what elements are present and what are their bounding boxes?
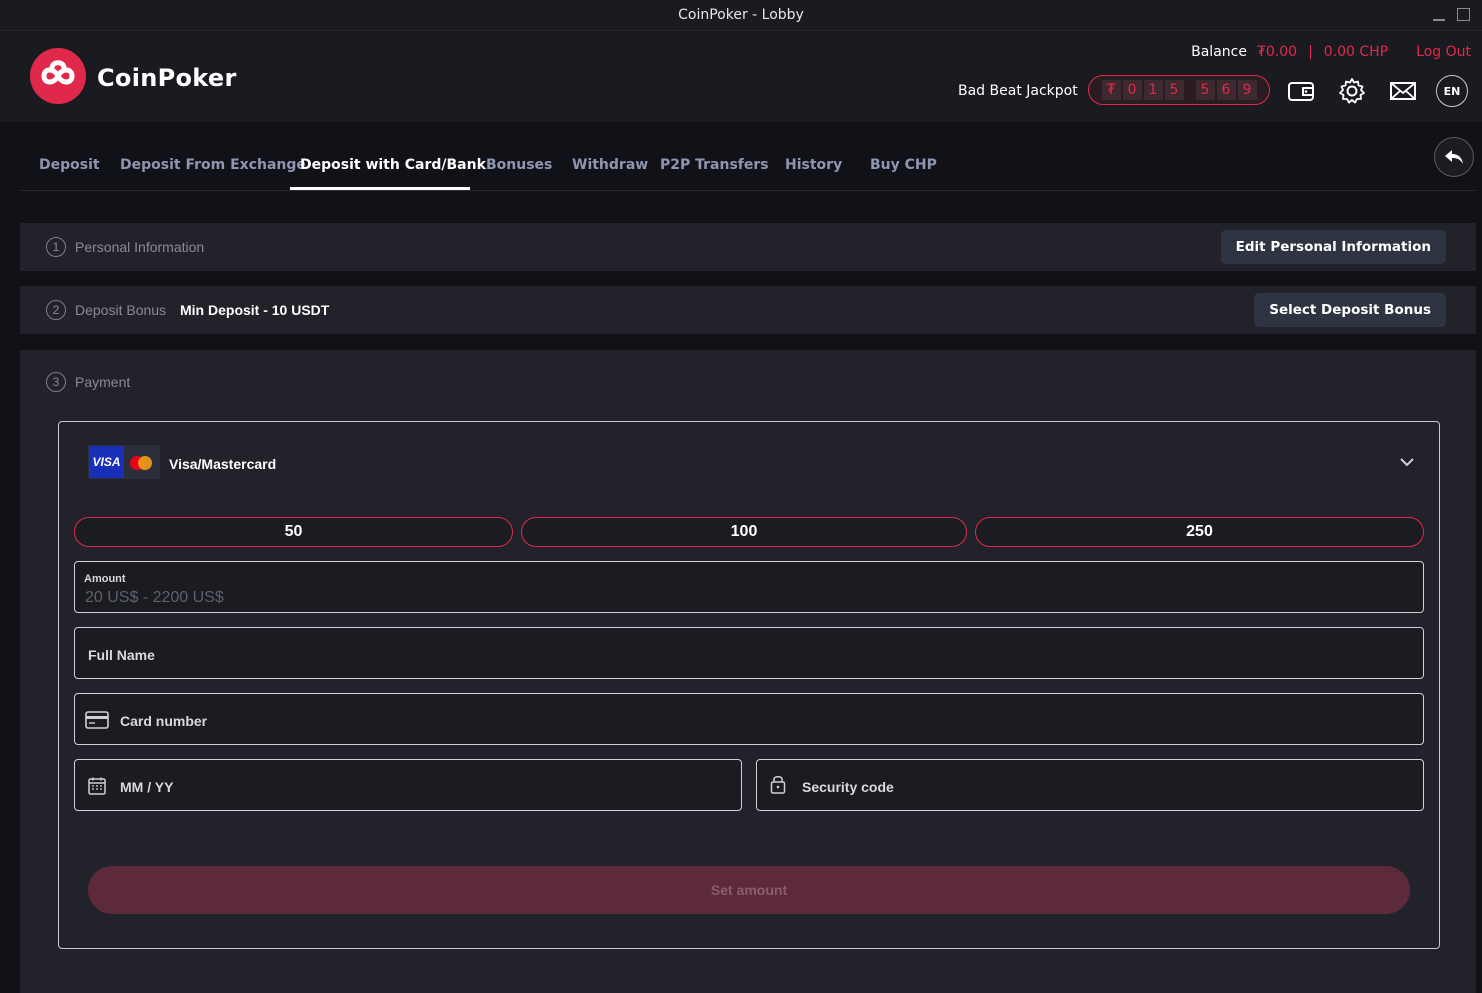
amount-input[interactable]: Amount 20 US$ - 2200 US$ bbox=[74, 561, 1424, 613]
set-amount-button[interactable]: Set amount bbox=[88, 866, 1410, 914]
chevron-down-icon[interactable] bbox=[1399, 454, 1415, 472]
full-name-placeholder: Full Name bbox=[88, 647, 155, 663]
tab-withdraw[interactable]: Withdraw bbox=[572, 157, 648, 173]
jackpot-digit: 6 bbox=[1216, 80, 1236, 100]
mastercard-logo-icon bbox=[138, 456, 152, 470]
personal-info-section: 1 Personal Information Edit Personal Inf… bbox=[20, 223, 1476, 271]
step-title: Personal Information bbox=[75, 239, 205, 255]
balance-label: Balance bbox=[1191, 44, 1247, 60]
minimize-button[interactable] bbox=[1432, 8, 1446, 22]
step-number: 2 bbox=[46, 300, 66, 320]
card-number-placeholder: Card number bbox=[120, 713, 208, 729]
card-number-input[interactable]: Card number bbox=[74, 693, 1424, 745]
balance-separator: | bbox=[1308, 44, 1313, 60]
tab-deposit[interactable]: Deposit bbox=[39, 157, 100, 173]
logout-link[interactable]: Log Out bbox=[1416, 44, 1471, 60]
jackpot-digit: 9 bbox=[1237, 80, 1257, 100]
security-code-input[interactable]: Security code bbox=[756, 759, 1424, 811]
full-name-input[interactable]: Full Name bbox=[74, 627, 1424, 679]
preset-amount-button[interactable]: 250 bbox=[975, 517, 1424, 547]
min-deposit-text: Min Deposit - 10 USDT bbox=[180, 302, 330, 318]
credit-card-icon bbox=[85, 711, 109, 734]
jackpot-digit: 1 bbox=[1143, 80, 1163, 100]
jackpot-digit: 0 bbox=[1122, 80, 1142, 100]
preset-amount-button[interactable]: 100 bbox=[521, 517, 967, 547]
window-title: CoinPoker - Lobby bbox=[678, 7, 804, 23]
visa-logo-icon: VISA bbox=[89, 446, 124, 478]
expiry-input[interactable]: MM / YY bbox=[74, 759, 742, 811]
deposit-tabs: Deposit Deposit From Exchange Deposit wi… bbox=[20, 122, 1476, 191]
tab-history[interactable]: History bbox=[785, 157, 842, 173]
gear-icon[interactable] bbox=[1336, 75, 1368, 107]
tab-deposit-card-bank[interactable]: Deposit with Card/Bank bbox=[300, 157, 486, 173]
tab-deposit-from-exchange[interactable]: Deposit From Exchange bbox=[120, 157, 306, 173]
calendar-icon bbox=[88, 777, 106, 800]
jackpot-counter: ₮ 0 1 5 5 6 9 bbox=[1088, 75, 1270, 105]
expiry-placeholder: MM / YY bbox=[120, 779, 174, 795]
back-button[interactable] bbox=[1434, 137, 1474, 177]
edit-personal-info-button[interactable]: Edit Personal Information bbox=[1220, 230, 1446, 264]
window-titlebar: CoinPoker - Lobby bbox=[0, 0, 1482, 31]
active-tab-indicator bbox=[290, 187, 470, 190]
balance-token-value: ₮0.00 bbox=[1256, 44, 1298, 60]
card-brands-badge: VISA bbox=[88, 445, 160, 479]
jackpot-digit: ₮ bbox=[1101, 80, 1121, 100]
security-code-placeholder: Security code bbox=[802, 779, 894, 795]
maximize-button[interactable] bbox=[1457, 8, 1470, 21]
lock-icon bbox=[770, 774, 786, 799]
step-title: Payment bbox=[75, 374, 131, 390]
tab-bonuses[interactable]: Bonuses bbox=[486, 157, 552, 173]
language-selector[interactable]: EN bbox=[1436, 75, 1468, 107]
tab-p2p-transfers[interactable]: P2P Transfers bbox=[660, 157, 769, 173]
app-header: CoinPoker Balance ₮0.00 | 0.00 CHP Log O… bbox=[0, 31, 1482, 122]
jackpot-digit: 5 bbox=[1195, 80, 1215, 100]
wallet-icon[interactable] bbox=[1285, 75, 1317, 107]
balance-chp-value: 0.00 CHP bbox=[1323, 44, 1389, 60]
tab-buy-chp[interactable]: Buy CHP bbox=[870, 157, 937, 173]
jackpot-label: Bad Beat Jackpot bbox=[958, 83, 1078, 99]
coinpoker-logo-icon bbox=[30, 48, 86, 104]
step-number: 1 bbox=[46, 237, 66, 257]
brand-name: CoinPoker bbox=[97, 64, 237, 92]
step-number: 3 bbox=[46, 372, 66, 392]
amount-placeholder: 20 US$ - 2200 US$ bbox=[85, 589, 224, 606]
select-deposit-bonus-button[interactable]: Select Deposit Bonus bbox=[1254, 293, 1446, 327]
deposit-bonus-section: 2 Deposit Bonus Min Deposit - 10 USDT Se… bbox=[20, 286, 1476, 334]
payment-method-card: VISA Visa/Mastercard 50 100 250 Amount 2… bbox=[58, 421, 1440, 949]
jackpot-digit: 5 bbox=[1164, 80, 1184, 100]
back-arrow-icon bbox=[1445, 150, 1463, 164]
balance-row: Balance ₮0.00 | 0.00 CHP Log Out bbox=[1191, 42, 1471, 62]
preset-amount-button[interactable]: 50 bbox=[74, 517, 513, 547]
mail-icon[interactable] bbox=[1387, 75, 1419, 107]
step-title: Deposit Bonus bbox=[75, 302, 167, 318]
amount-label: Amount bbox=[84, 573, 126, 585]
payment-method-label: Visa/Mastercard bbox=[169, 456, 277, 472]
